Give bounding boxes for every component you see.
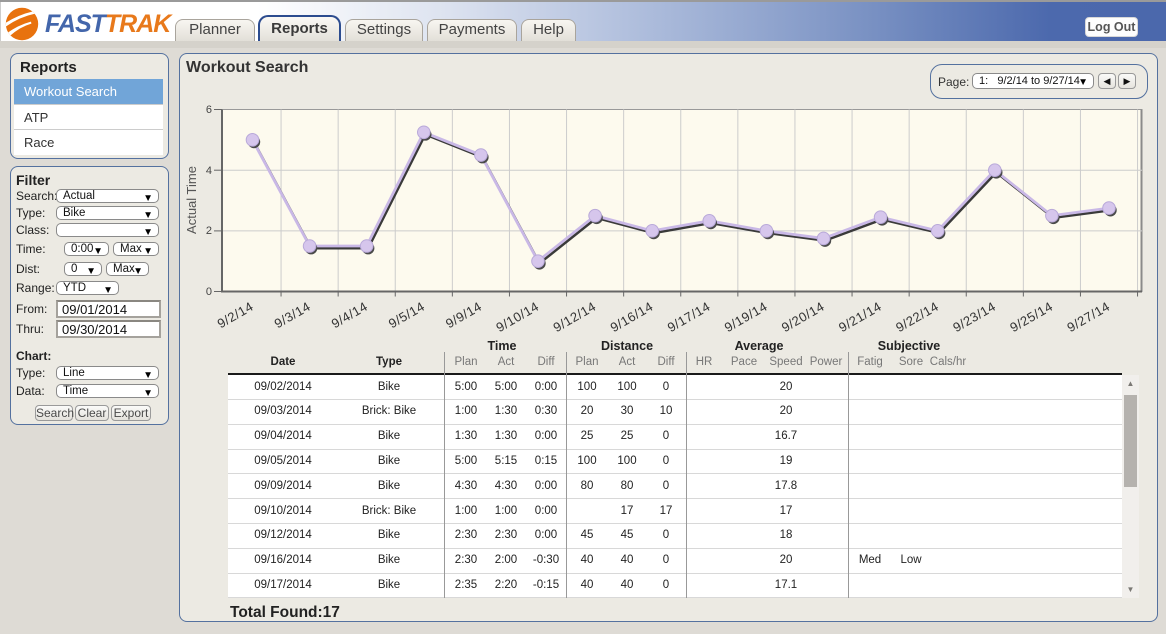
svg-text:9/16/14: 9/16/14 <box>608 299 656 335</box>
svg-text:9/5/14: 9/5/14 <box>386 299 427 332</box>
svg-text:9/19/14: 9/19/14 <box>722 299 770 335</box>
svg-text:9/27/14: 9/27/14 <box>1064 299 1112 335</box>
svg-text:9/3/14: 9/3/14 <box>272 299 313 332</box>
svg-text:9/20/14: 9/20/14 <box>779 299 827 335</box>
svg-text:9/10/14: 9/10/14 <box>493 299 541 335</box>
svg-text:6: 6 <box>206 104 212 116</box>
svg-text:9/25/14: 9/25/14 <box>1007 299 1055 335</box>
svg-text:9/12/14: 9/12/14 <box>551 299 599 335</box>
svg-text:Actual Time: Actual Time <box>184 166 199 234</box>
svg-text:9/4/14: 9/4/14 <box>329 299 370 332</box>
svg-text:4: 4 <box>206 165 212 177</box>
svg-text:0: 0 <box>206 286 212 298</box>
svg-text:9/22/14: 9/22/14 <box>893 299 941 335</box>
svg-text:2: 2 <box>206 225 212 237</box>
svg-text:9/23/14: 9/23/14 <box>950 299 998 335</box>
svg-text:9/9/14: 9/9/14 <box>443 299 484 332</box>
svg-text:9/2/14: 9/2/14 <box>215 299 256 332</box>
svg-text:9/17/14: 9/17/14 <box>665 299 713 335</box>
svg-text:9/21/14: 9/21/14 <box>836 299 884 335</box>
